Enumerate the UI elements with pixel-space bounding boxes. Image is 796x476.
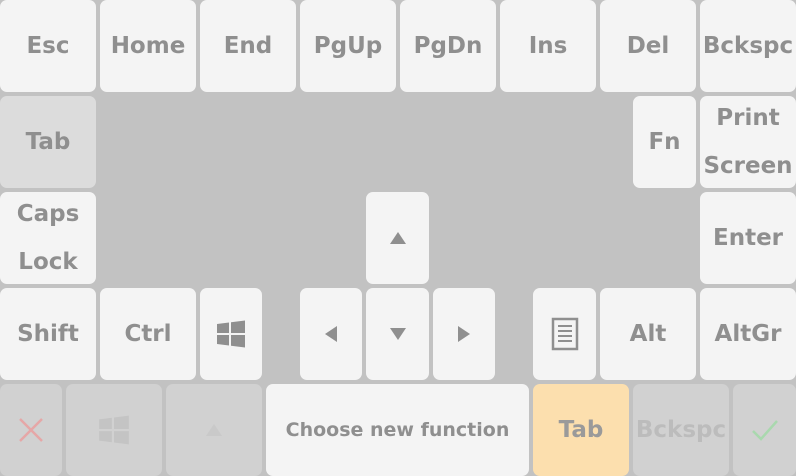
key-shift[interactable]: Shift: [0, 288, 96, 380]
key-alt[interactable]: Alt: [600, 288, 696, 380]
key-caps-lock[interactable]: Caps Lock: [0, 192, 96, 284]
selected-key-tab[interactable]: Tab: [533, 384, 629, 476]
choose-new-function-prompt: Choose new function: [266, 384, 529, 476]
selected-key-label: Tab: [558, 417, 604, 443]
key-label: Print Screen: [703, 105, 793, 179]
key-label: PgUp: [313, 33, 383, 59]
key-label: AltGr: [714, 321, 782, 347]
key-end[interactable]: End: [200, 0, 296, 92]
key-print-screen[interactable]: Print Screen: [700, 96, 796, 188]
key-label: Ctrl: [124, 321, 172, 347]
key-label: Alt: [629, 321, 667, 347]
prompt-label: Choose new function: [285, 419, 510, 441]
key-ctrl[interactable]: Ctrl: [100, 288, 196, 380]
key-altgr[interactable]: AltGr: [700, 288, 796, 380]
recent-key-backspace[interactable]: Bckspc: [633, 384, 729, 476]
key-label: Del: [626, 33, 670, 59]
key-ins[interactable]: Ins: [500, 0, 596, 92]
key-enter[interactable]: Enter: [700, 192, 796, 284]
key-label: Fn: [648, 129, 681, 155]
key-label: Ins: [528, 33, 568, 59]
arrow-up-icon: [206, 424, 222, 436]
key-label: Home: [110, 33, 186, 59]
key-tab[interactable]: Tab: [0, 96, 96, 188]
key-menu[interactable]: [533, 288, 596, 380]
key-arrow-right[interactable]: [433, 288, 495, 380]
key-label: End: [223, 33, 273, 59]
arrow-left-icon: [325, 326, 337, 342]
key-label: Enter: [712, 225, 784, 251]
key-arrow-up[interactable]: [366, 192, 429, 284]
windows-icon: [217, 320, 245, 348]
key-del[interactable]: Del: [600, 0, 696, 92]
windows-icon: [99, 415, 129, 445]
arrow-up-icon: [389, 232, 406, 244]
checkmark-icon: [751, 420, 778, 441]
key-pgdn[interactable]: PgDn: [400, 0, 496, 92]
key-backspace[interactable]: Bckspc: [700, 0, 796, 92]
key-windows[interactable]: [200, 288, 262, 380]
recent-key-label: Bckspc: [635, 417, 727, 443]
key-label: PgDn: [413, 33, 483, 59]
key-fn[interactable]: Fn: [633, 96, 696, 188]
key-label: Esc: [26, 33, 70, 59]
key-arrow-down[interactable]: [366, 288, 429, 380]
menu-icon: [551, 317, 578, 351]
choose-arrow-up-key[interactable]: [166, 384, 262, 476]
arrow-right-icon: [458, 326, 470, 342]
key-label: Caps Lock: [16, 201, 80, 275]
key-label: Bckspc: [702, 33, 794, 59]
key-label: Shift: [17, 321, 79, 347]
key-esc[interactable]: Esc: [0, 0, 96, 92]
choose-windows-key[interactable]: [66, 384, 162, 476]
key-home[interactable]: Home: [100, 0, 196, 92]
confirm-button[interactable]: [733, 384, 796, 476]
key-pgup[interactable]: PgUp: [300, 0, 396, 92]
cancel-button[interactable]: [0, 384, 62, 476]
key-arrow-left[interactable]: [300, 288, 362, 380]
arrow-down-icon: [389, 328, 406, 340]
close-icon: [19, 418, 43, 442]
key-label: Tab: [25, 129, 71, 155]
